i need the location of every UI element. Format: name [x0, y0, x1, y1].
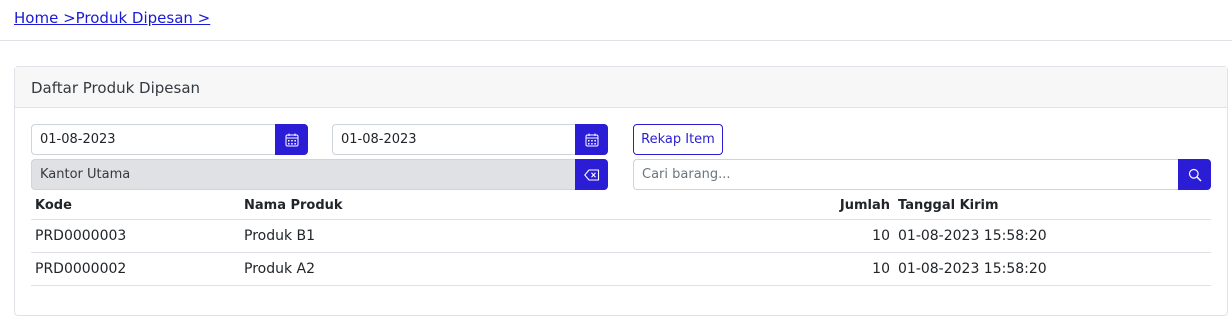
calendar-icon: [585, 133, 598, 146]
date-to-input[interactable]: [332, 124, 575, 155]
table-row[interactable]: PRD0000003 Produk B1 10 01-08-2023 15:58…: [31, 219, 1211, 253]
cell-jumlah: 10: [784, 219, 894, 253]
cell-nama-produk: Produk A2: [240, 252, 784, 286]
search-button[interactable]: [1178, 159, 1211, 190]
search-input[interactable]: [633, 159, 1178, 190]
branch-group: [31, 159, 608, 190]
breadcrumb-home-link[interactable]: Home >: [14, 9, 76, 27]
calendar-icon: [285, 133, 298, 146]
cell-tanggal-kirim: 01-08-2023 15:58:20: [894, 219, 1211, 253]
backspace-icon: [583, 168, 599, 181]
date-from-input[interactable]: [31, 124, 275, 155]
column-header-nama-produk[interactable]: Nama Produk: [240, 192, 784, 220]
search-group: [633, 159, 1211, 190]
top-bar: Home >Produk Dipesan >: [0, 0, 1232, 41]
date-from-calendar-button[interactable]: [275, 124, 308, 155]
cell-nama-produk: Produk B1: [240, 219, 784, 253]
cell-tanggal-kirim: 01-08-2023 15:58:20: [894, 252, 1211, 286]
date-to-calendar-button[interactable]: [575, 124, 608, 155]
cell-jumlah: 10: [784, 252, 894, 286]
card-title: Daftar Produk Dipesan: [15, 67, 1227, 108]
rekap-item-button[interactable]: Rekap Item: [633, 124, 723, 155]
branch-field[interactable]: [31, 159, 575, 190]
table-row[interactable]: PRD0000002 Produk A2 10 01-08-2023 15:58…: [31, 252, 1211, 286]
cell-kode: PRD0000002: [31, 252, 240, 286]
ordered-products-table: Kode Nama Produk Jumlah Tanggal Kirim PR…: [31, 192, 1211, 286]
breadcrumb-current-link[interactable]: Produk Dipesan >: [76, 9, 211, 27]
search-icon: [1188, 168, 1201, 181]
table-header-row: Kode Nama Produk Jumlah Tanggal Kirim: [31, 192, 1211, 220]
cell-kode: PRD0000003: [31, 219, 240, 253]
clear-branch-button[interactable]: [575, 159, 608, 190]
date-from-group: [31, 124, 308, 155]
column-header-kode[interactable]: Kode: [31, 192, 240, 220]
column-header-tanggal-kirim[interactable]: Tanggal Kirim: [894, 192, 1211, 220]
breadcrumb: Home >Produk Dipesan >: [14, 8, 210, 28]
column-header-jumlah[interactable]: Jumlah: [784, 192, 894, 220]
date-to-group: [332, 124, 608, 155]
